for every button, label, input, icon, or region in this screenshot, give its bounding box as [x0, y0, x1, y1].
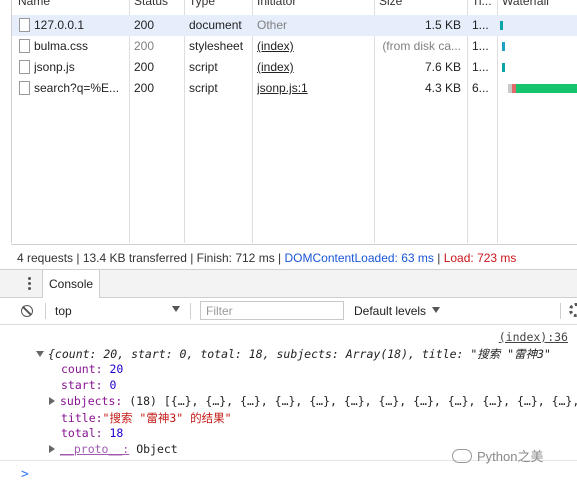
- property-row: count: 20: [61, 362, 123, 376]
- waterfall-bar: [502, 63, 505, 72]
- table-row[interactable]: 127.0.0.1 200 document Other 1.5 KB 1...: [12, 15, 577, 36]
- prop-key: subjects:: [60, 394, 123, 408]
- col-size[interactable]: Size: [379, 0, 402, 8]
- console-output: (index):36 {count: 20, start: 0, total: …: [0, 326, 577, 460]
- waterfall-bar: [502, 42, 505, 51]
- prop-value: 20: [109, 362, 124, 376]
- document-icon: [19, 18, 30, 32]
- file-icon: [19, 81, 30, 95]
- row-status: 200: [134, 60, 155, 74]
- row-name: search?q=%E...: [34, 81, 120, 95]
- prop-key: title:: [61, 411, 103, 425]
- tab-console[interactable]: Console: [42, 270, 101, 298]
- watermark: Python之美: [452, 446, 543, 465]
- row-initiator: Other: [257, 18, 288, 32]
- expand-triangle-icon[interactable]: [36, 351, 44, 357]
- expand-triangle-icon[interactable]: [49, 445, 55, 453]
- prop-key: count:: [61, 362, 103, 376]
- table-row[interactable]: bulma.css 200 stylesheet (index) (from d…: [12, 36, 577, 57]
- levels-dropdown[interactable]: Default levels: [354, 304, 426, 318]
- source-link[interactable]: (index):36: [499, 330, 568, 344]
- table-row[interactable]: jsonp.js 200 script (index) 7.6 KB 1...: [12, 57, 577, 78]
- prop-key: start:: [61, 378, 103, 392]
- property-row: start: 0: [61, 378, 116, 392]
- file-icon: [19, 60, 30, 74]
- property-row: title:"搜索 "雷神3" 的结果": [61, 410, 232, 426]
- expand-triangle-icon[interactable]: [49, 397, 55, 405]
- console-toolbar: top Default levels: [0, 298, 577, 325]
- row-size: 4.3 KB: [424, 81, 461, 95]
- summary-domcontentloaded: DOMContentLoaded: 63 ms: [284, 251, 434, 265]
- row-size: 7.6 KB: [424, 60, 461, 74]
- network-summary: 4 requests | 13.4 KB transferred | Finis…: [11, 244, 577, 268]
- row-time: 6...: [472, 81, 489, 95]
- col-initiator[interactable]: Initiator: [257, 0, 296, 8]
- filter-input[interactable]: [200, 301, 344, 320]
- chevron-down-icon[interactable]: [172, 306, 180, 312]
- property-row[interactable]: __proto__: Object: [49, 442, 178, 456]
- prop-value: 0: [109, 378, 117, 392]
- row-type: stylesheet: [189, 39, 244, 53]
- row-time: 1...: [472, 39, 489, 53]
- row-time: 1...: [472, 60, 489, 74]
- chat-bubble-icon: [452, 449, 472, 463]
- row-name: jsonp.js: [34, 60, 75, 74]
- summary-load: Load: 723 ms: [443, 251, 517, 265]
- summary-requests: 4 requests | 13.4 KB transferred | Finis…: [17, 251, 285, 265]
- row-type: document: [189, 18, 242, 32]
- toolbar-divider: [560, 303, 561, 319]
- row-time: 1...: [472, 18, 489, 32]
- row-size: (from disk ca...: [382, 39, 461, 53]
- row-size: 1.5 KB: [424, 18, 461, 32]
- prompt-icon: >: [21, 467, 29, 482]
- prop-value: Object: [136, 442, 178, 456]
- watermark-text: Python之美: [477, 449, 544, 464]
- col-status[interactable]: Status: [134, 0, 168, 8]
- col-name[interactable]: Name: [18, 0, 50, 8]
- toolbar-divider: [190, 303, 191, 319]
- chevron-down-icon[interactable]: [432, 307, 440, 313]
- prop-value: 18: [109, 426, 124, 440]
- prop-key: __proto__:: [60, 442, 130, 456]
- col-time[interactable]: Ti...: [472, 0, 492, 8]
- row-type: script: [189, 60, 218, 74]
- row-initiator[interactable]: (index): [257, 39, 294, 53]
- col-waterfall[interactable]: Waterfall: [502, 0, 549, 8]
- more-options-icon[interactable]: [28, 277, 32, 292]
- toolbar-divider: [45, 303, 46, 319]
- prop-key: total:: [61, 426, 103, 440]
- context-selector[interactable]: top: [55, 304, 72, 318]
- row-status: 200: [134, 81, 155, 95]
- summary-separator: |: [433, 251, 444, 265]
- row-name: 127.0.0.1: [34, 18, 85, 32]
- file-icon: [19, 39, 30, 53]
- gear-icon[interactable]: [569, 303, 577, 317]
- object-summary[interactable]: {count: 20, start: 0, total: 18, subject…: [36, 346, 551, 362]
- row-name: bulma.css: [34, 39, 89, 53]
- network-header: Name Status Type Initiator Size Ti... Wa…: [12, 0, 577, 10]
- drawer-tabbar: Console: [0, 269, 577, 298]
- waterfall-bar: [500, 21, 503, 30]
- row-initiator[interactable]: (index): [257, 60, 294, 74]
- row-type: script: [189, 81, 218, 95]
- object-head: {count: 20, start: 0, total: 18, subject…: [48, 347, 551, 361]
- col-type[interactable]: Type: [189, 0, 215, 8]
- table-row[interactable]: search?q=%E... 200 script jsonp.js:1 4.3…: [12, 78, 577, 99]
- property-row: total: 18: [61, 426, 123, 440]
- row-status: 200: [134, 18, 155, 32]
- clear-console-icon[interactable]: [21, 305, 33, 317]
- row-initiator[interactable]: jsonp.js:1: [257, 81, 308, 95]
- property-row[interactable]: subjects: (18) [{…}, {…}, {…}, {…}, {…},…: [49, 394, 577, 408]
- waterfall-bar: [516, 84, 577, 93]
- row-status: 200: [134, 39, 155, 53]
- prop-value: "搜索 "雷神3" 的结果": [102, 411, 232, 425]
- prop-value: (18) [{…}, {…}, {…}, {…}, {…}, {…}, {…},…: [129, 394, 577, 408]
- network-panel: Name Status Type Initiator Size Ti... Wa…: [11, 0, 577, 243]
